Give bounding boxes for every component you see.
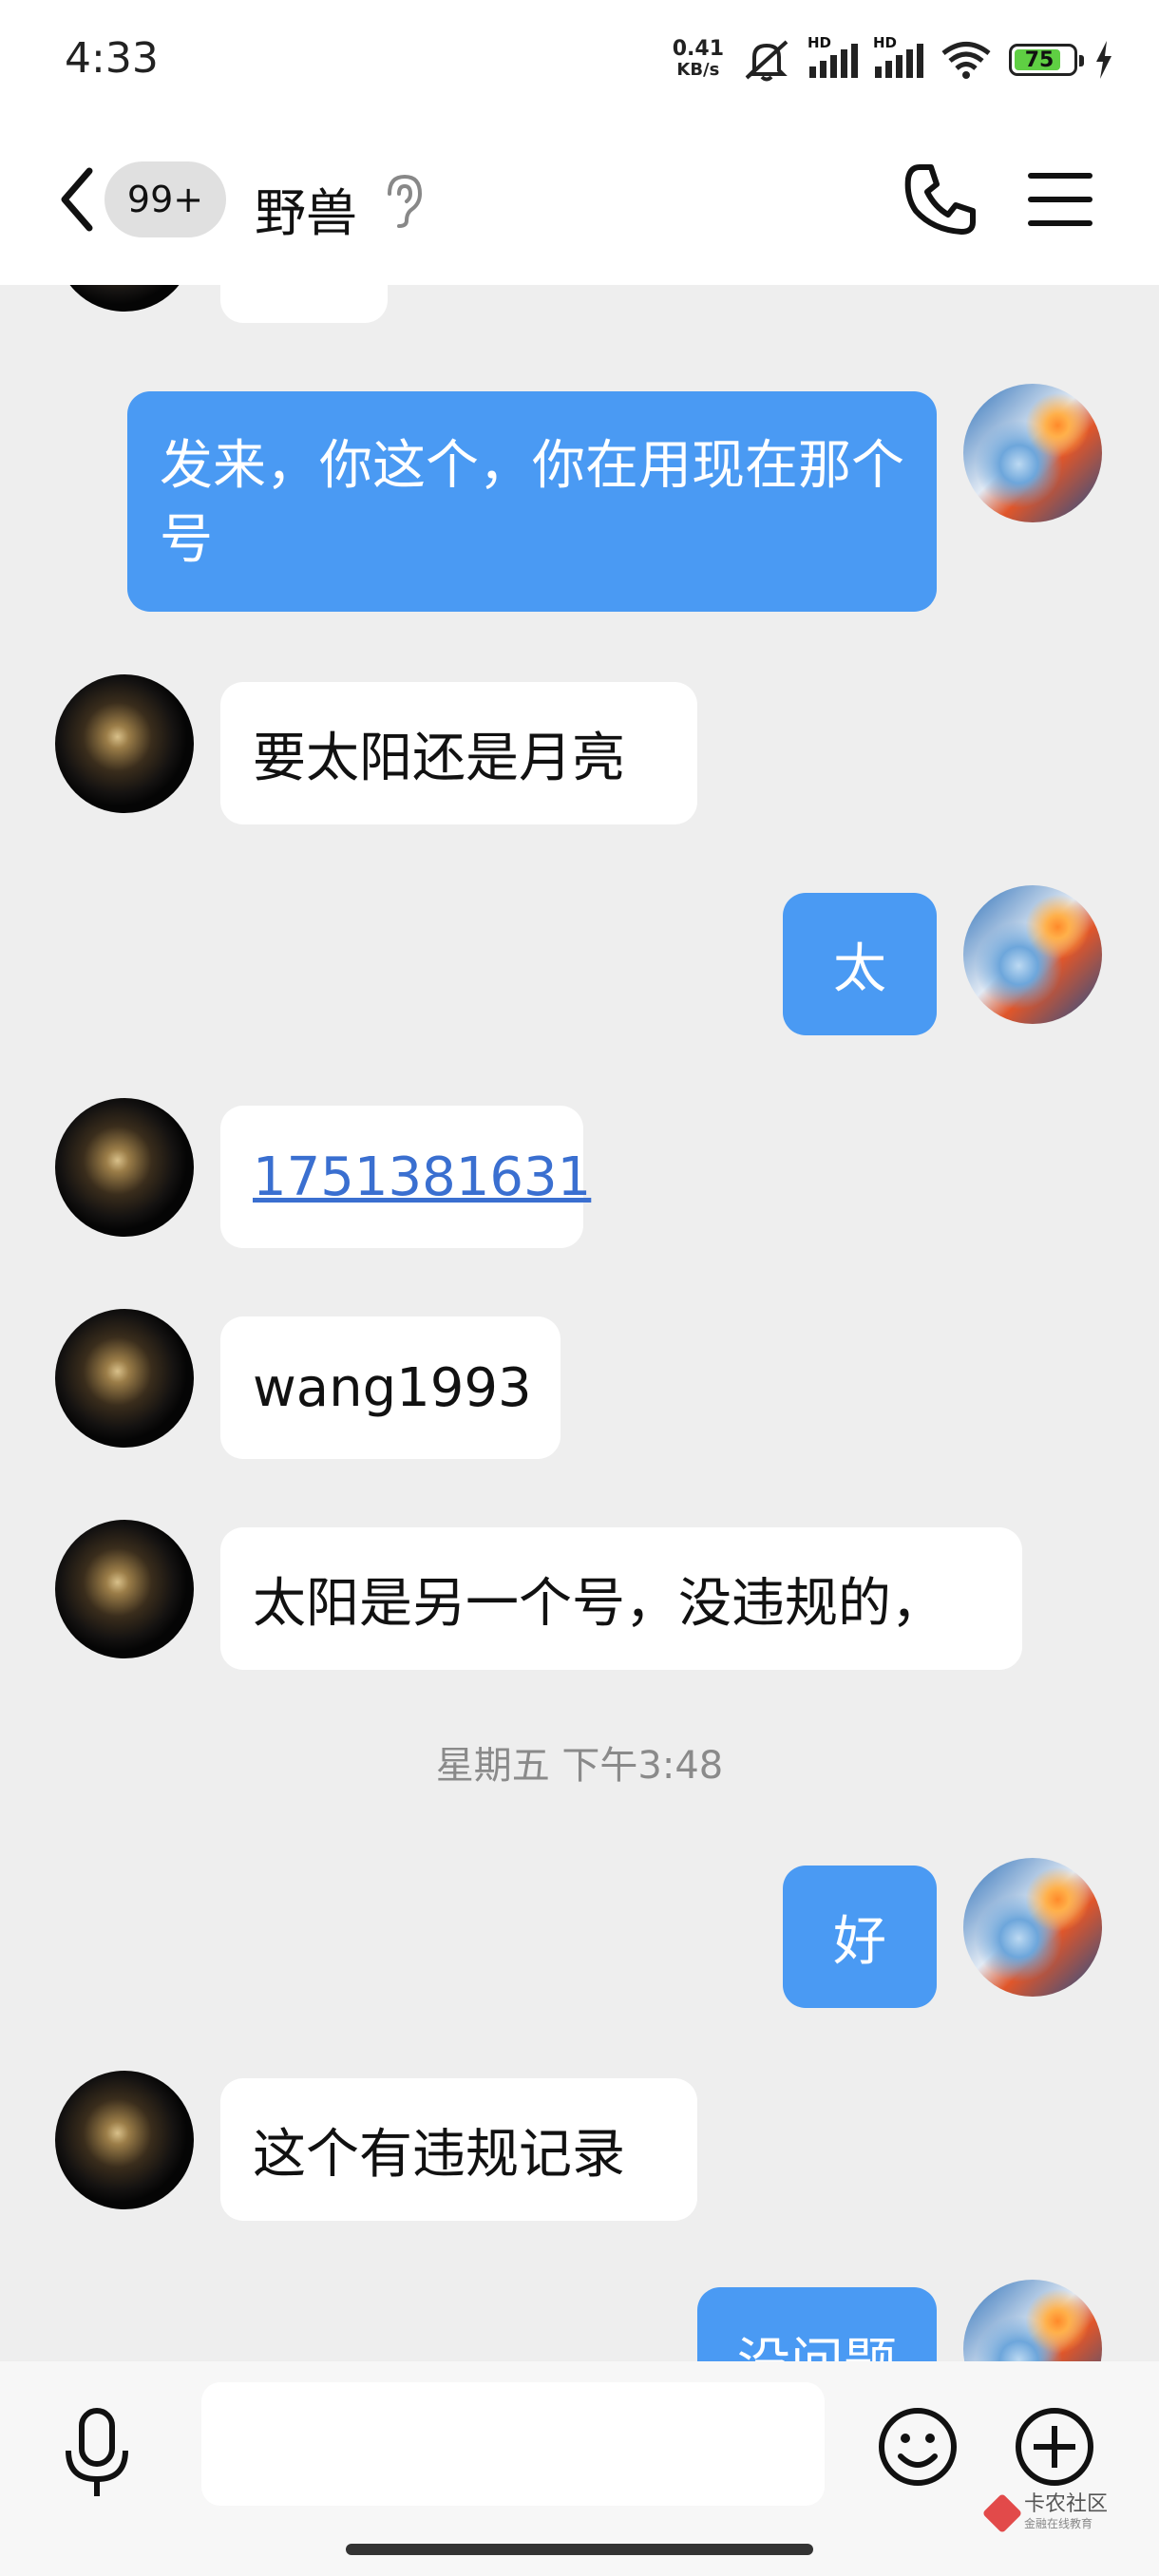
message-bubble-partial[interactable] bbox=[220, 285, 388, 323]
contact-avatar[interactable] bbox=[55, 285, 194, 312]
menu-icon[interactable] bbox=[1028, 173, 1092, 230]
message-bubble[interactable]: 发来，你这个，你在用现在那个号 bbox=[127, 391, 937, 612]
plus-icon[interactable] bbox=[1013, 2405, 1096, 2489]
cell-signal-2-hd-label: HD bbox=[873, 34, 898, 51]
network-speed-value: 0.41 bbox=[672, 37, 724, 61]
status-bar: 4:33 0.41 KB/s HD HD 75 bbox=[0, 0, 1159, 123]
charging-bolt-icon bbox=[1096, 41, 1112, 79]
home-indicator[interactable] bbox=[346, 2544, 813, 2555]
message-bubble[interactable]: 这个有违规记录 bbox=[220, 2078, 697, 2221]
input-bar: 卡农社区 金融在线教育 bbox=[0, 2361, 1159, 2576]
watermark-text: 卡农社区 bbox=[1024, 2492, 1109, 2516]
time-divider: 星期五 下午3:48 bbox=[435, 1744, 724, 1788]
message-bubble[interactable]: 要太阳还是月亮 bbox=[220, 682, 697, 824]
watermark-logo bbox=[981, 2492, 1023, 2533]
message-bubble[interactable]: 太 bbox=[783, 893, 937, 1035]
status-time: 4:33 bbox=[65, 34, 159, 83]
my-avatar[interactable] bbox=[963, 2280, 1102, 2361]
contact-avatar[interactable] bbox=[55, 674, 194, 813]
my-avatar[interactable] bbox=[963, 885, 1102, 1024]
cell-signal-hd-label: HD bbox=[808, 34, 832, 51]
battery-level: 75 bbox=[1024, 47, 1054, 72]
watermark-subtext: 金融在线教育 bbox=[1024, 2517, 1093, 2530]
message-bubble[interactable]: 好 bbox=[783, 1866, 937, 2008]
network-speed: 0.41 KB/s bbox=[673, 39, 724, 81]
message-bubble[interactable]: 没问题 bbox=[697, 2287, 937, 2361]
my-avatar[interactable] bbox=[963, 384, 1102, 522]
message-bubble[interactable]: 太阳是另一个号，没违规的， bbox=[220, 1527, 1022, 1670]
ear-icon[interactable] bbox=[382, 173, 424, 230]
watermark: 卡农社区 金融在线教育 bbox=[981, 2492, 1109, 2533]
unread-count-badge[interactable]: 99+ bbox=[104, 161, 226, 237]
cell-signal-icon-2: HD bbox=[873, 34, 923, 78]
message-bubble[interactable]: wang1993 bbox=[220, 1316, 560, 1459]
contact-avatar[interactable] bbox=[55, 1520, 194, 1658]
microphone-icon[interactable] bbox=[59, 2405, 135, 2500]
message-bubble[interactable]: 1751381631 bbox=[220, 1106, 591, 1248]
phone-number-link[interactable]: 1751381631 bbox=[253, 1146, 591, 1208]
mute-bell-icon bbox=[745, 40, 788, 82]
emoji-icon[interactable] bbox=[876, 2405, 960, 2489]
message-input[interactable] bbox=[201, 2382, 825, 2506]
cell-signal-icon: HD bbox=[808, 34, 858, 78]
contact-avatar[interactable] bbox=[55, 2071, 194, 2209]
wifi-icon bbox=[941, 42, 991, 79]
phone-call-icon[interactable] bbox=[902, 161, 978, 237]
contact-avatar[interactable] bbox=[55, 1309, 194, 1448]
network-speed-unit: KB/s bbox=[676, 60, 720, 80]
message-list[interactable]: 发来，你这个，你在用现在那个号 要太阳还是月亮 太 1751381631 wan… bbox=[0, 285, 1159, 2361]
battery-icon: 75 bbox=[1009, 44, 1084, 76]
contact-avatar[interactable] bbox=[55, 1098, 194, 1237]
my-avatar[interactable] bbox=[963, 1858, 1102, 1997]
contact-name[interactable]: 野兽 bbox=[255, 171, 357, 246]
status-icons: 0.41 KB/s HD HD 75 bbox=[673, 34, 1113, 84]
back-arrow-icon[interactable] bbox=[49, 161, 106, 237]
chat-header: 99+ 野兽 bbox=[0, 123, 1159, 285]
